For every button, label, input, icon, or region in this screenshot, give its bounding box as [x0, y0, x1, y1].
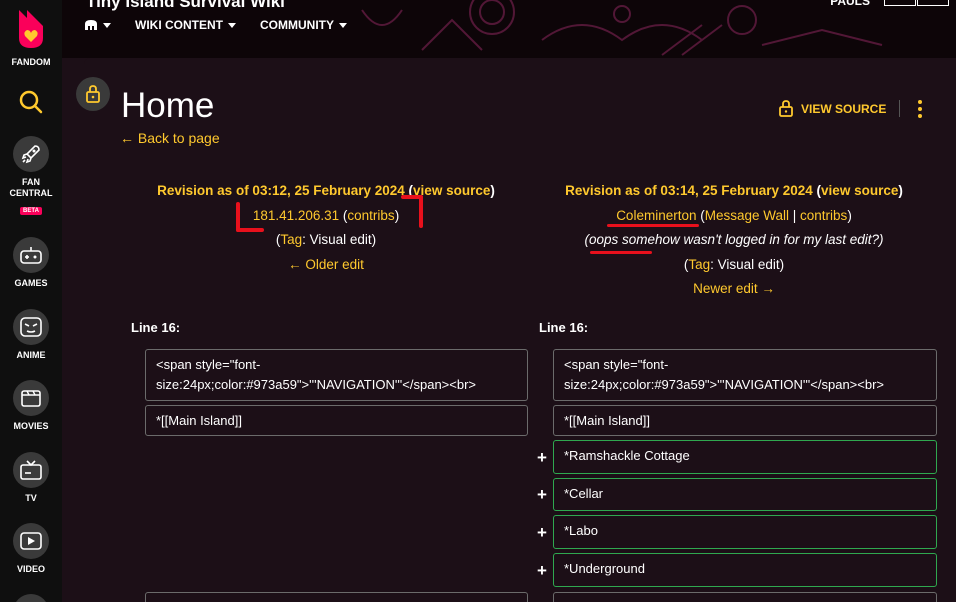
edit-summary: (oops somehow wasn't logged in for my la… [584, 232, 884, 247]
wiki-nav: WIKI CONTENT COMMUNITY [84, 18, 347, 32]
rocket-icon [13, 136, 49, 172]
rail-item-fan-central[interactable]: FAN CENTRAL BETA [0, 136, 62, 217]
older-edit-link[interactable]: ← Older edit [288, 257, 364, 272]
back-to-page-link[interactable]: ← Back to page [120, 130, 220, 146]
rail-label-tv: TV [25, 493, 37, 503]
left-tag-value: : Visual edit [302, 232, 372, 247]
anime-face-icon [13, 309, 49, 345]
header-button[interactable] [917, 0, 949, 6]
view-source-button[interactable]: VIEW SOURCE [779, 100, 886, 117]
rail-label-central: CENTRAL [9, 188, 53, 198]
rail-label-anime: ANIME [16, 350, 46, 360]
rail-label-movies: MOVIES [13, 421, 49, 431]
lock-icon [86, 85, 100, 103]
diff-added-line: *Underground [553, 553, 937, 587]
right-tag-link[interactable]: Tag [688, 257, 710, 272]
annotation-mark [236, 228, 264, 232]
chevron-down-icon [339, 22, 347, 28]
right-view-source-link[interactable]: view source [821, 183, 898, 198]
right-revision-heading[interactable]: Revision as of 03:14, 25 February 2024 [565, 183, 813, 198]
chevron-down-icon [103, 22, 111, 28]
right-revision-info: Revision as of 03:14, 25 February 2024 (… [565, 183, 903, 296]
left-revision-heading[interactable]: Revision as of 03:12, 25 February 2024 [157, 183, 405, 198]
diff-context-line: *[[Link [553, 592, 937, 602]
fandom-flame-icon [19, 10, 43, 48]
added-line-marker: + [537, 561, 547, 580]
left-line-number: Line 16: [131, 320, 181, 335]
chevron-down-icon [228, 22, 236, 28]
diff-context-line: *[[Main Island]] [145, 405, 528, 436]
right-line-number: Line 16: [539, 320, 589, 335]
page-title: Home [121, 86, 215, 125]
nav-community-label: COMMUNITY [260, 18, 334, 32]
diff-added-line: *Cellar [553, 478, 937, 511]
search-button[interactable] [0, 89, 62, 120]
play-icon [13, 523, 49, 559]
fandom-label: FANDOM [11, 57, 51, 67]
divider [899, 100, 900, 117]
diff-added-line: *Labo [553, 515, 937, 549]
rail-label-games: GAMES [14, 278, 48, 288]
global-nav-rail: FANDOM FAN CENTRAL BETA GAMES ANIME MOVIE… [0, 0, 62, 602]
header-button[interactable] [884, 0, 916, 6]
nav-community[interactable]: COMMUNITY [260, 18, 347, 32]
left-ip-link[interactable]: 181.41.206.31 [253, 208, 339, 223]
lock-icon [779, 100, 793, 117]
gamepad-icon [13, 237, 49, 273]
rail-item-more[interactable] [0, 594, 62, 602]
diff-context-line: <span style="font-size:24px;color:#973a5… [553, 349, 937, 401]
explore-menu[interactable] [84, 18, 111, 32]
right-user-link[interactable]: Coleminerton [616, 208, 696, 223]
protection-badge [76, 77, 110, 111]
annotation-mark [419, 195, 423, 228]
message-wall-link[interactable]: Message Wall [705, 208, 789, 223]
left-revision-info: Revision as of 03:12, 25 February 2024 (… [157, 183, 495, 272]
diff-context-line: *[[Link [145, 592, 528, 602]
explore-icon [85, 20, 97, 30]
rail-label-video: VIDEO [16, 564, 45, 574]
fandom-logo[interactable]: FANDOM [0, 6, 62, 68]
rail-item-tv[interactable]: TV [0, 452, 62, 504]
diff-added-line: *Ramshackle Cottage [553, 440, 937, 474]
wiki-header: Tiny Island Survival Wiki WIKI CONTENT C… [62, 0, 956, 58]
tv-icon [13, 452, 49, 488]
left-tag-link[interactable]: Tag [280, 232, 302, 247]
added-line-marker: + [537, 448, 547, 467]
rail-item-anime[interactable]: ANIME [0, 309, 62, 361]
left-contribs-link[interactable]: contribs [347, 208, 394, 223]
right-tag-value: : Visual edit [710, 256, 780, 272]
diff-context-line: <span style="font-size:24px;color:#973a5… [145, 349, 528, 401]
wiki-title[interactable]: Tiny Island Survival Wiki [86, 0, 285, 12]
newer-edit-link[interactable]: Newer edit → [693, 281, 775, 296]
search-icon [19, 90, 43, 114]
beta-badge: BETA [20, 207, 42, 215]
view-source-label: VIEW SOURCE [801, 101, 887, 116]
rail-label-fan: FAN [22, 177, 40, 187]
annotation-mark [607, 224, 699, 227]
rail-item-games[interactable]: GAMES [0, 237, 62, 289]
left-view-source-link[interactable]: view source [413, 183, 490, 198]
annotation-mark [590, 251, 652, 254]
right-contribs-link[interactable]: contribs [800, 208, 847, 223]
rail-item-movies[interactable]: MOVIES [0, 380, 62, 432]
added-line-marker: + [537, 485, 547, 504]
more-icon [13, 594, 49, 602]
nav-wiki-content[interactable]: WIKI CONTENT [135, 18, 236, 32]
rail-item-video[interactable]: VIDEO [0, 523, 62, 575]
added-line-marker: + [537, 523, 547, 542]
nav-wiki-content-label: WIKI CONTENT [135, 18, 223, 32]
diff-context-line: *[[Main Island]] [553, 405, 937, 436]
more-options-icon[interactable] [917, 100, 923, 118]
clapperboard-icon [13, 380, 49, 416]
user-name[interactable]: PAULS [830, 0, 870, 8]
